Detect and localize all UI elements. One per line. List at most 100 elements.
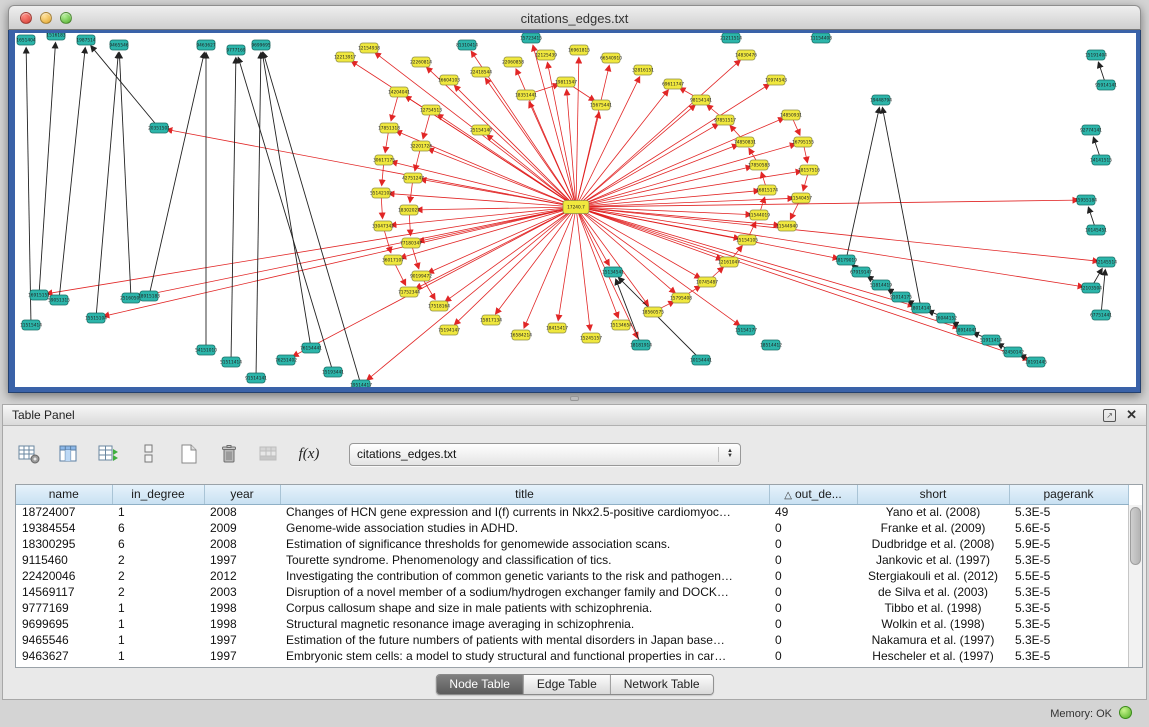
network-node[interactable]: 69611747 xyxy=(662,79,684,89)
table-row[interactable]: 2242004622012Investigating the contribut… xyxy=(16,568,1128,584)
table-row[interactable]: 1872400712008Changes of HCN gene express… xyxy=(16,504,1128,520)
network-edge[interactable] xyxy=(576,207,1083,287)
network-node[interactable]: 25154140 xyxy=(470,125,492,135)
column-header-pagerank[interactable]: pagerank xyxy=(1009,485,1128,504)
network-node[interactable]: 92774141 xyxy=(1080,125,1102,135)
network-node[interactable]: 15193441 xyxy=(322,367,344,377)
network-node[interactable]: 71752344 xyxy=(398,287,420,297)
zoom-window-button[interactable] xyxy=(60,12,72,24)
network-node[interactable]: 18915183 xyxy=(138,291,160,301)
minimize-window-button[interactable] xyxy=(40,12,52,24)
network-node[interactable]: 11544940 xyxy=(776,221,798,231)
network-node[interactable]: 90199472 xyxy=(410,271,432,281)
network-edge[interactable] xyxy=(256,53,261,378)
network-node[interactable]: 51511414 xyxy=(220,357,242,367)
network-node[interactable]: 18157516 xyxy=(798,165,820,175)
tab-node-table[interactable]: Node Table xyxy=(436,675,523,694)
network-edge[interactable] xyxy=(846,108,879,260)
network-node[interactable]: 10145451 xyxy=(1085,225,1107,235)
network-edge[interactable] xyxy=(231,58,236,362)
network-edge[interactable] xyxy=(524,207,576,328)
network-node[interactable]: 18415417 xyxy=(546,323,568,333)
network-node[interactable]: 11154408 xyxy=(810,33,832,43)
network-edge[interactable] xyxy=(263,53,361,385)
network-node[interactable]: 32201724 xyxy=(410,141,432,151)
network-node[interactable]: 18914041 xyxy=(955,325,977,335)
network-edge[interactable] xyxy=(576,105,695,207)
network-node[interactable]: 15795408 xyxy=(670,293,692,303)
network-node[interactable]: 17518164 xyxy=(428,301,450,311)
network-node[interactable]: 17850583 xyxy=(748,160,770,170)
network-edge[interactable] xyxy=(883,108,921,308)
network-edge[interactable] xyxy=(428,207,576,273)
network-node[interactable]: 19448794 xyxy=(870,95,892,105)
network-node[interactable]: 81310414 xyxy=(456,40,478,50)
network-node[interactable]: 51814419 xyxy=(870,280,892,290)
network-edge[interactable] xyxy=(238,58,333,372)
network-canvas[interactable]: 17240.7121549381221391722260814166041031… xyxy=(15,33,1136,387)
network-node[interactable]: 36017107 xyxy=(382,255,404,265)
network-node[interactable]: 1651404 xyxy=(16,35,35,45)
memory-status-indicator[interactable] xyxy=(1119,706,1132,719)
network-node[interactable]: 16815174 xyxy=(756,185,778,195)
network-node[interactable]: 12161047 xyxy=(718,257,740,267)
close-panel-icon[interactable]: ✕ xyxy=(1126,407,1137,423)
network-node[interactable]: 15154177 xyxy=(735,325,757,335)
table-row[interactable]: 911546021997Tourette syndrome. Phenomeno… xyxy=(16,552,1128,568)
network-node[interactable]: 18351441 xyxy=(515,90,537,100)
network-node[interactable]: 18179019 xyxy=(835,255,857,265)
network-node[interactable]: 9699695 xyxy=(251,40,270,50)
tab-network-table[interactable]: Network Table xyxy=(610,675,713,694)
network-node[interactable]: 16584214 xyxy=(510,330,532,340)
network-node[interactable]: 12103504 xyxy=(1080,283,1102,293)
network-node[interactable]: 15134541 xyxy=(602,267,624,277)
network-edge[interactable] xyxy=(149,53,204,296)
table-row[interactable]: 969969511998Structural magnetic resonanc… xyxy=(16,616,1128,632)
network-node[interactable]: 19811547 xyxy=(555,77,577,87)
network-node[interactable]: 18181914 xyxy=(630,340,652,350)
splitter-handle[interactable] xyxy=(570,396,579,401)
network-node[interactable]: 14141515 xyxy=(1090,155,1112,165)
network-node[interactable]: 10154441 xyxy=(690,355,712,365)
network-node[interactable]: 12125439 xyxy=(535,50,557,60)
network-edge[interactable] xyxy=(39,43,55,295)
network-node[interactable]: 12213917 xyxy=(334,52,356,62)
tab-edge-table[interactable]: Edge Table xyxy=(523,675,610,694)
network-node[interactable]: 15154105 xyxy=(736,235,758,245)
attribute-table[interactable]: namein_degreeyeartitle△out_de...shortpag… xyxy=(16,485,1129,664)
row-tools-icon[interactable] xyxy=(135,440,163,468)
show-columns-icon[interactable] xyxy=(55,440,83,468)
network-edge[interactable] xyxy=(576,207,958,328)
network-node[interactable]: 67919147 xyxy=(850,267,872,277)
table-row[interactable]: 1456911722003Disruption of a novel membe… xyxy=(16,584,1128,600)
network-node[interactable]: 1516183 xyxy=(46,33,65,40)
network-node[interactable]: 22418544 xyxy=(470,67,492,77)
network-node[interactable]: 75194147 xyxy=(438,325,460,335)
network-edge[interactable] xyxy=(293,207,576,356)
network-node[interactable]: 15191404 xyxy=(1085,50,1107,60)
network-node[interactable]: 18191445 xyxy=(1025,357,1047,367)
network-node[interactable]: 97851517 xyxy=(714,115,736,125)
network-node[interactable]: 51911414 xyxy=(980,335,1002,345)
delete-table-icon[interactable] xyxy=(215,440,243,468)
network-node[interactable]: 59051315 xyxy=(48,295,70,305)
network-node[interactable]: 11544019 xyxy=(748,210,770,220)
network-node[interactable]: 92450142 xyxy=(1002,347,1024,357)
column-header-out_de[interactable]: △out_de... xyxy=(769,485,857,504)
network-node[interactable]: 91014175 xyxy=(890,292,912,302)
network-node[interactable]: 9465546 xyxy=(109,40,128,50)
network-edge[interactable] xyxy=(576,207,838,258)
network-node[interactable]: 16044152 xyxy=(935,313,957,323)
close-window-button[interactable] xyxy=(20,12,32,24)
network-node[interactable]: 22260814 xyxy=(410,57,432,67)
network-node[interactable]: 30617175 xyxy=(373,155,395,165)
network-edge[interactable] xyxy=(59,48,85,300)
network-node[interactable]: 95914141 xyxy=(1095,80,1117,90)
network-edge[interactable] xyxy=(576,207,648,306)
table-row[interactable]: 1830029562008Estimation of significance … xyxy=(16,536,1128,552)
network-node[interactable]: 66540910 xyxy=(600,53,622,63)
scrollbar-thumb[interactable] xyxy=(1130,507,1141,565)
network-node[interactable]: 11515414 xyxy=(20,320,42,330)
network-node[interactable]: 76154441 xyxy=(300,343,322,353)
network-node[interactable]: 67751441 xyxy=(1090,310,1112,320)
